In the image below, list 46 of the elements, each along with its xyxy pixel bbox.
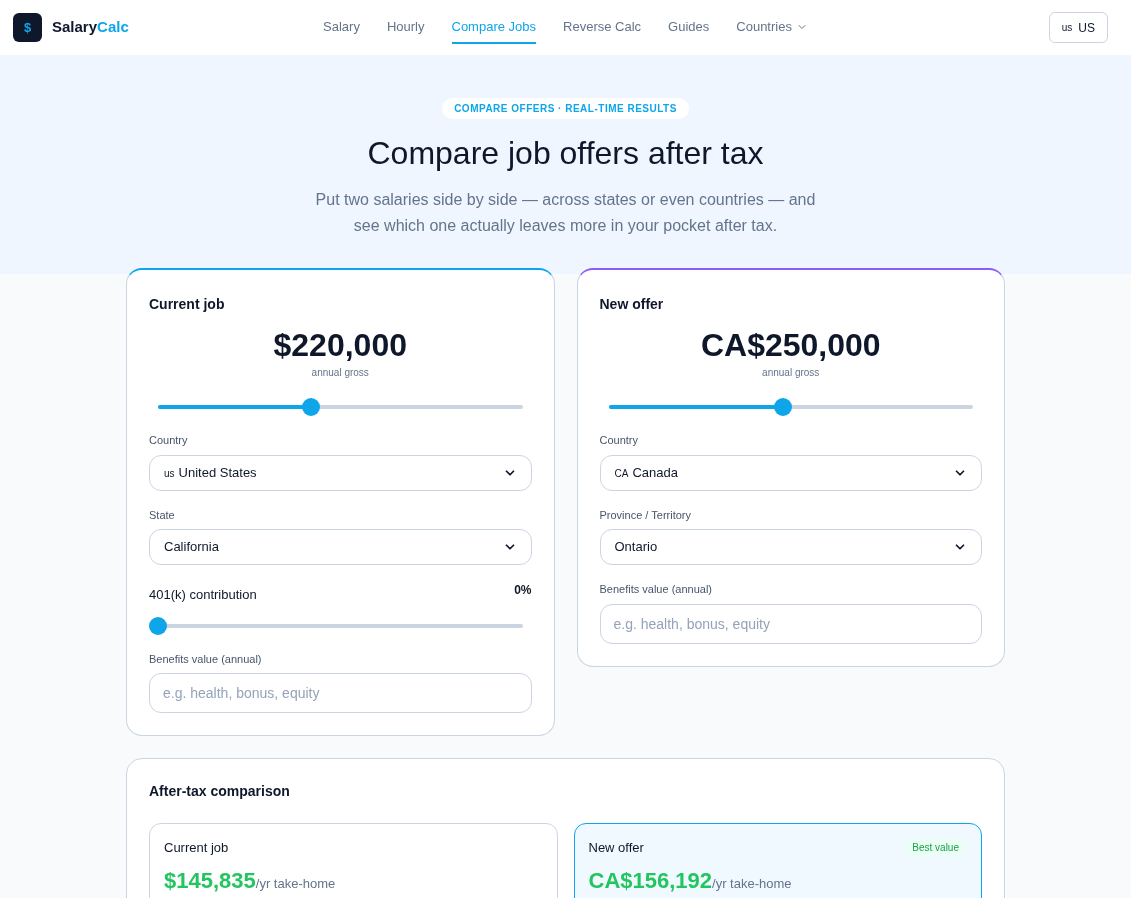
take-home-suffix: /yr take-home <box>712 875 792 891</box>
region-button[interactable]: us US <box>1048 12 1108 43</box>
card-title: New offer <box>599 295 665 314</box>
slider-thumb[interactable] <box>774 398 793 416</box>
best-value-badge: Best value <box>904 838 967 858</box>
take-home-amount: $145,835 <box>164 867 256 893</box>
amount-caption: annual gross <box>310 366 370 380</box>
input-field[interactable]: e.g. health, bonus, equity <box>599 603 982 644</box>
slider-thumb[interactable] <box>149 616 167 635</box>
nav-link[interactable]: Salary <box>323 10 360 45</box>
salary-amount: CA$250,000 <box>699 326 882 365</box>
hero-title: Compare job offers after tax <box>367 134 764 173</box>
nav-link[interactable]: Reverse Calc <box>563 10 642 45</box>
select-value: Ontario <box>614 538 658 557</box>
field-label: Benefits value (annual) <box>149 651 263 667</box>
field-label: Province / Territory <box>599 507 692 523</box>
select-field[interactable]: California <box>149 529 532 565</box>
brand-name[interactable]: SalaryCalc <box>52 16 129 39</box>
field-label: Country <box>599 433 640 448</box>
field-label: Benefits value (annual) <box>599 582 713 597</box>
nav-link[interactable]: Hourly <box>386 10 425 45</box>
input-field[interactable]: e.g. health, bonus, equity <box>149 673 532 713</box>
select-field[interactable]: us United States <box>149 454 532 491</box>
field-label: State <box>149 507 176 523</box>
slider-reading: 0% <box>514 582 532 599</box>
slider-thumb[interactable] <box>302 398 321 416</box>
result-title: Current job <box>164 839 229 857</box>
card-title: Current job <box>149 295 226 314</box>
hero-badge: COMPARE OFFERS · REAL-TIME RESULTS <box>442 98 689 119</box>
field-label: Country <box>149 433 189 448</box>
amount-caption: annual gross <box>761 366 821 380</box>
logo-icon: $ <box>13 13 42 42</box>
nav-link[interactable]: Countries <box>736 10 808 45</box>
select-value: us United States <box>164 463 257 482</box>
result-title: New offer <box>588 839 644 857</box>
hero-subtitle: Put two salaries side by side — across states or even countries — and see which one actually leaves more in your pocket after tax. <box>314 190 817 236</box>
select-field[interactable]: Ontario <box>599 529 982 565</box>
select-value: California <box>164 538 219 557</box>
select-value: CA Canada <box>614 463 678 482</box>
select-field[interactable]: CA Canada <box>599 454 982 491</box>
take-home-suffix: /yr take-home <box>255 875 336 891</box>
take-home-amount: CA$156,192 <box>588 867 713 893</box>
field-label: 401(k) contribution <box>149 586 257 604</box>
salary-amount: $220,000 <box>272 326 408 365</box>
comparison-title: After-tax comparison <box>149 782 291 801</box>
nav-link[interactable]: Guides <box>668 10 710 45</box>
